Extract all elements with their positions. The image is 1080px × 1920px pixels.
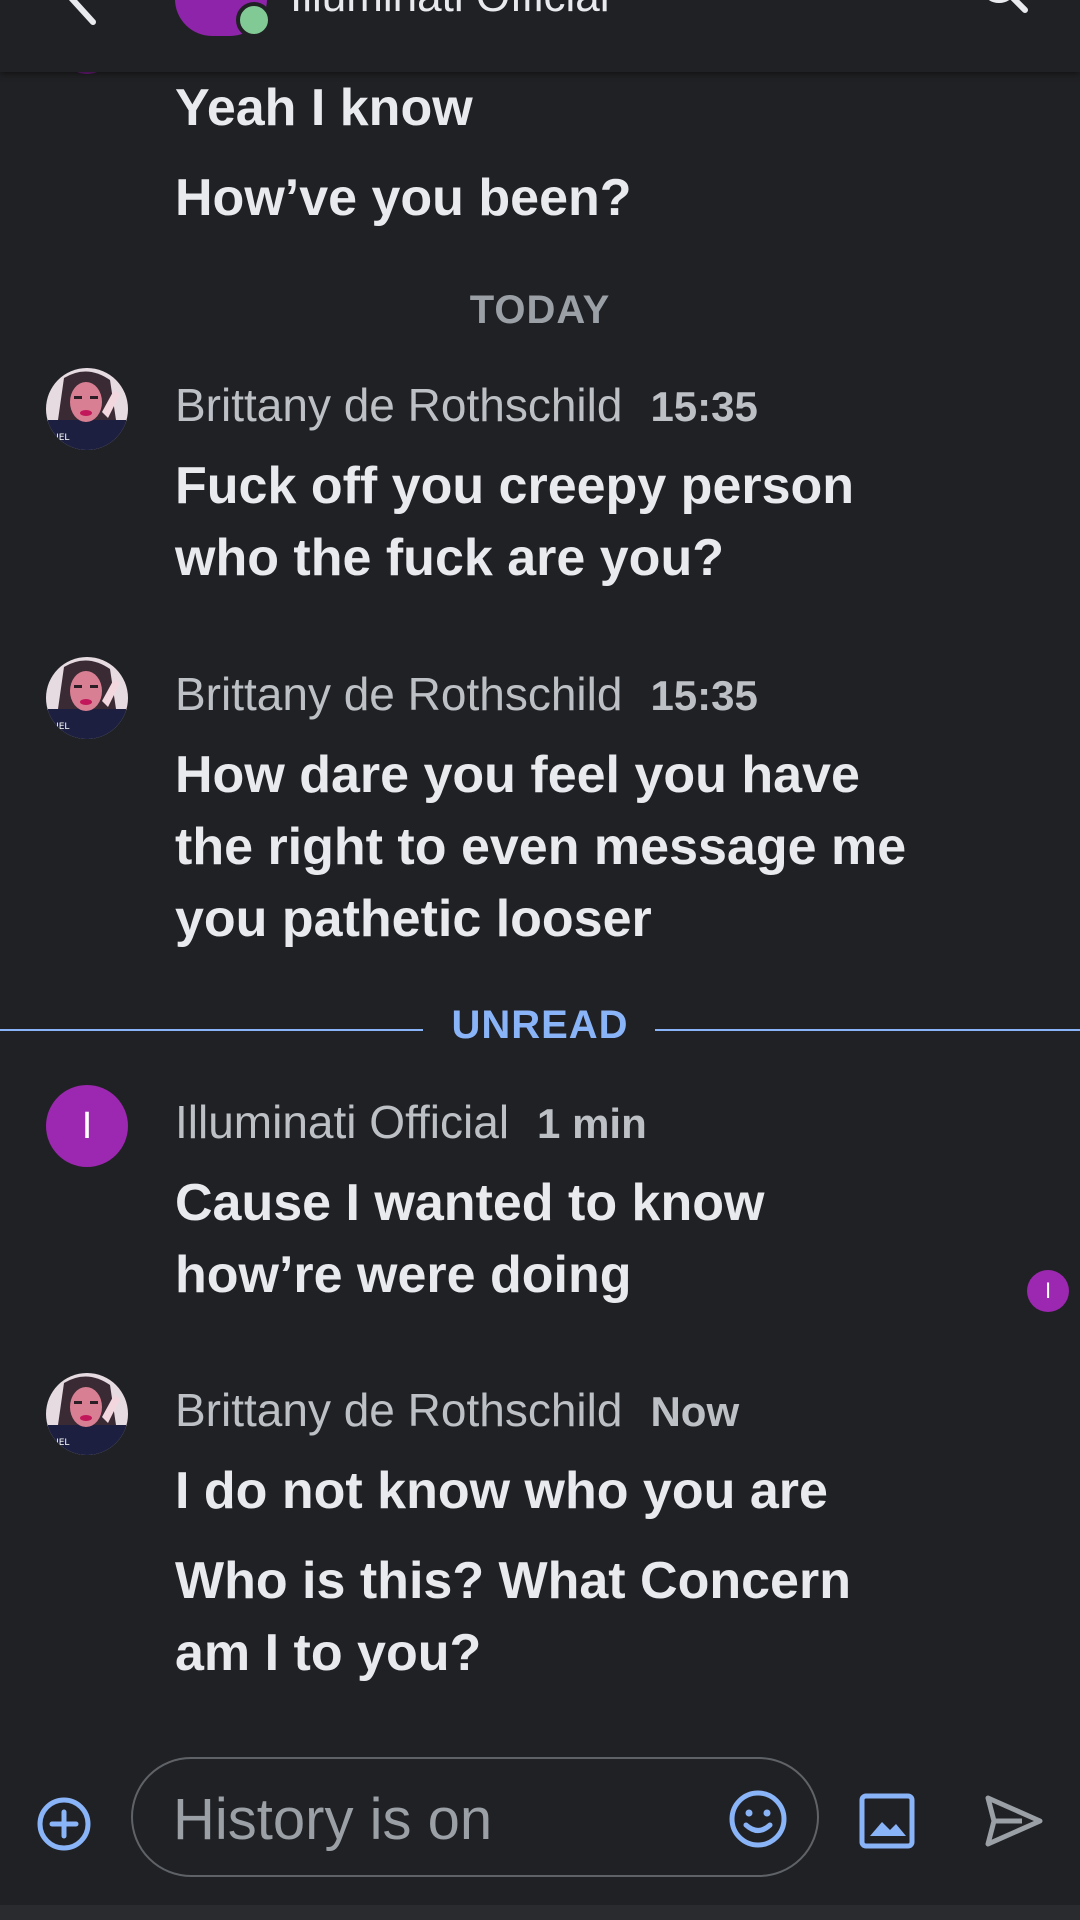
message-text: Yeah I know <box>175 79 473 137</box>
message-text: I do not know who you are <box>175 1462 828 1520</box>
message-text: am I to you? <box>175 1624 482 1682</box>
sender-avatar[interactable]: NEL <box>46 1373 128 1455</box>
message-input[interactable] <box>173 1787 673 1851</box>
message-text: How dare you feel you have <box>175 746 860 804</box>
bottom-strip <box>0 1905 1080 1920</box>
sender-name: Brittany de Rothschild <box>175 379 623 431</box>
compose-box <box>131 1757 819 1877</box>
message-text: the right to even message me <box>175 818 907 876</box>
arrow-back-icon[interactable] <box>55 0 115 30</box>
message-text: you pathetic looser <box>175 890 652 948</box>
sender-avatar[interactable]: NEL <box>46 368 128 450</box>
sender-name: Brittany de Rothschild <box>175 1384 623 1436</box>
read-receipt-avatar: I <box>1027 1270 1069 1312</box>
unread-divider-label: UNREAD <box>451 1003 629 1047</box>
message-header: Brittany de Rothschild 15:35 <box>175 378 758 432</box>
day-divider: TODAY <box>469 288 611 332</box>
send-icon[interactable] <box>982 1792 1046 1850</box>
message-text: who the fuck are you? <box>175 529 724 587</box>
conversation-title[interactable]: Illuminati Official <box>290 0 610 22</box>
svg-text:NEL: NEL <box>52 1438 69 1448</box>
message-timestamp: 1 min <box>537 1100 647 1147</box>
message-header: Brittany de Rothschild Now <box>175 1383 739 1437</box>
search-icon[interactable] <box>975 0 1035 20</box>
sender-avatar[interactable]: NEL <box>46 657 128 739</box>
message-timestamp: 15:35 <box>650 383 758 430</box>
message-text: how’re were doing <box>175 1246 632 1304</box>
message-header: Brittany de Rothschild 15:35 <box>175 667 758 721</box>
message-timestamp: Now <box>650 1388 740 1435</box>
message-text: Cause I wanted to know <box>175 1174 765 1232</box>
image-icon[interactable] <box>858 1792 916 1850</box>
sender-name: Brittany de Rothschild <box>175 668 623 720</box>
online-status-dot <box>236 2 272 38</box>
sender-name: Illuminati Official <box>175 1096 510 1148</box>
svg-text:NEL: NEL <box>52 433 69 443</box>
message-text: How’ve you been? <box>175 169 632 227</box>
message-text: Fuck off you creepy person <box>175 457 855 515</box>
message-text: Who is this? What Concern <box>175 1552 851 1610</box>
svg-text:NEL: NEL <box>52 722 69 732</box>
add-circle-icon[interactable] <box>36 1796 92 1852</box>
emoji-icon[interactable] <box>728 1789 788 1849</box>
top-app-bar: Illuminati Official <box>0 0 1080 72</box>
sender-avatar[interactable]: I <box>46 1085 128 1167</box>
message-timestamp: 15:35 <box>650 672 758 719</box>
message-header: Illuminati Official 1 min <box>175 1095 647 1149</box>
